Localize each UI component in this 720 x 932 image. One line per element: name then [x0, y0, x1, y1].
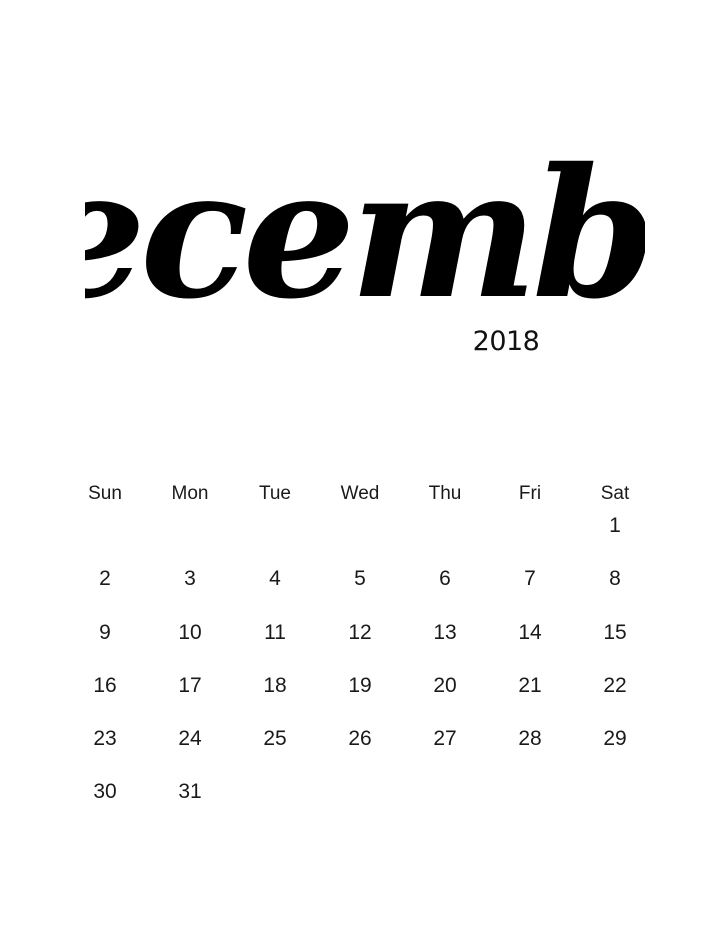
calendar-grid: 1 2 3 4 5 6 7 8 9 10 11 12 13 14 15 16 1…	[63, 510, 658, 830]
week-row: 2 3 4 5 6 7 8	[63, 563, 658, 616]
day-cell: 14	[518, 620, 542, 644]
day-cell: 17	[178, 673, 202, 697]
day-cell: 7	[524, 567, 536, 591]
day-cell	[488, 776, 573, 829]
calendar-page: December 2018 Sun Mon Tue Wed Thu Fri Sa…	[0, 0, 720, 932]
day-cell	[148, 510, 233, 563]
day-cell: 15	[603, 620, 627, 644]
day-cell: 5	[354, 567, 366, 591]
day-cell	[233, 510, 318, 563]
day-cell	[403, 776, 488, 829]
day-cell: 26	[348, 727, 372, 751]
month-title: December	[85, 118, 645, 328]
weekday-sat: Sat	[600, 483, 630, 504]
week-row: 1	[63, 510, 658, 563]
weekday-header: Sun Mon Tue Wed Thu Fri Sat	[63, 478, 658, 510]
day-cell: 29	[603, 727, 627, 751]
day-cell	[318, 776, 403, 829]
day-cell: 6	[439, 567, 451, 591]
day-cell: 21	[518, 673, 542, 697]
day-cell: 10	[178, 620, 202, 644]
month-name: December	[85, 129, 645, 328]
day-cell: 2	[99, 567, 111, 591]
weekday-thu: Thu	[428, 483, 462, 504]
weekday-mon: Mon	[171, 483, 209, 504]
day-cell: 27	[433, 727, 457, 751]
day-cell: 13	[433, 620, 457, 644]
day-cell: 11	[264, 620, 286, 644]
weekday-header-row: Sun Mon Tue Wed Thu Fri Sat	[63, 478, 658, 510]
day-cell: 16	[93, 673, 117, 697]
day-cell: 22	[603, 673, 627, 697]
day-cell: 9	[99, 620, 111, 644]
day-cell: 3	[184, 567, 196, 591]
weekday-fri: Fri	[518, 483, 542, 504]
day-cell: 8	[609, 567, 621, 591]
week-row: 23 24 25 26 27 28 29	[63, 723, 658, 776]
day-cell: 20	[433, 673, 457, 697]
week-row: 16 17 18 19 20 21 22	[63, 670, 658, 723]
weekday-tue: Tue	[258, 483, 292, 504]
weekday-sun: Sun	[88, 483, 122, 504]
week-row: 30 31	[63, 776, 658, 829]
weekday-wed: Wed	[340, 483, 380, 504]
day-cell	[488, 510, 573, 563]
month-title-script: December	[85, 129, 645, 328]
day-cell: 28	[518, 727, 542, 751]
day-cell: 1	[609, 514, 621, 537]
day-cell	[403, 510, 488, 563]
year-label: 2018	[472, 326, 540, 357]
day-cell: 23	[93, 727, 117, 751]
day-cell: 19	[348, 673, 372, 697]
day-cell: 25	[263, 727, 287, 751]
day-cell	[63, 510, 148, 563]
day-cell: 4	[269, 567, 281, 591]
day-cell	[573, 776, 658, 829]
day-cell: 31	[178, 780, 202, 804]
day-cell: 12	[348, 620, 372, 644]
day-cell: 24	[178, 727, 202, 751]
day-cell: 18	[263, 673, 287, 697]
day-cell	[233, 776, 318, 829]
week-row: 9 10 11 12 13 14 15	[63, 617, 658, 670]
day-cell: 30	[93, 780, 117, 804]
day-cell	[318, 510, 403, 563]
